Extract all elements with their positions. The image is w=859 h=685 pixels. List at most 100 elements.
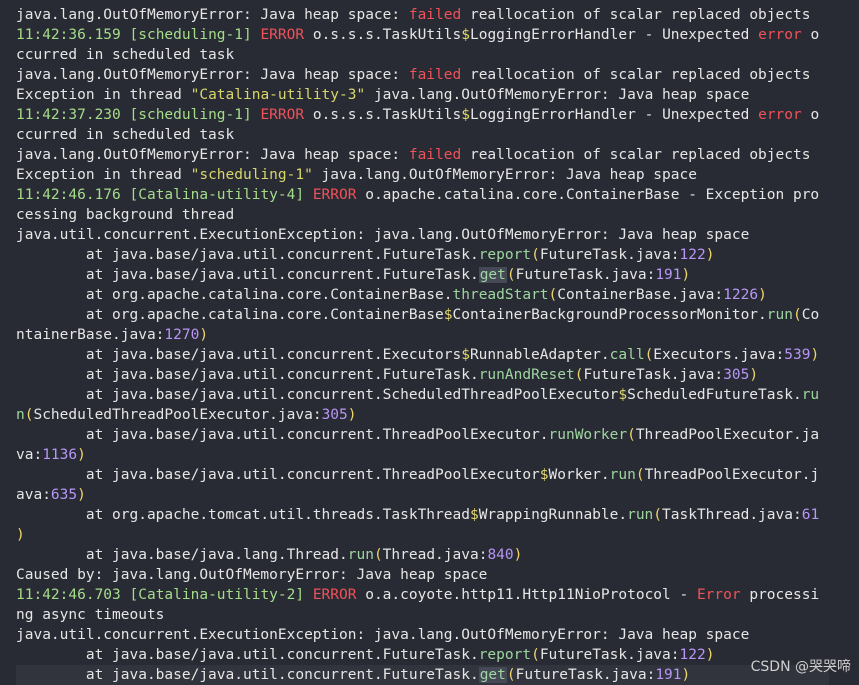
log-num-text: 305 (723, 367, 750, 383)
log-line: java.util.concurrent.ExecutionException:… (16, 225, 829, 245)
log-num-text: 122 (679, 247, 706, 263)
log-line: Exception in thread "scheduling-1" java.… (16, 165, 829, 185)
terminal-screen: { "colors": { "background": "#282b33", "… (0, 0, 859, 685)
log-text: reallocation of scalar replaced objects (461, 147, 811, 163)
log-par-text: ) (77, 487, 86, 503)
log-time-text: 11:42:36.159 (16, 27, 130, 43)
log-text: FutureTask.java: (515, 667, 656, 683)
log-text: - (644, 27, 663, 43)
log-line: Caused by: java.lang.OutOfMemoryError: J… (16, 565, 829, 585)
log-num-text: 191 (655, 667, 682, 683)
log-text: LoggingErrorHandler (469, 27, 645, 43)
terminal-output[interactable]: java.lang.OutOfMemoryError: Java heap sp… (0, 5, 859, 685)
log-red-text: failed (408, 67, 462, 83)
log-par-text: ( (531, 247, 540, 263)
log-text: at java.base/java.lang.Thread. (16, 547, 348, 563)
log-time-text: 11:42:37.230 (16, 107, 130, 123)
log-line: at java.base/java.util.concurrent.Future… (16, 665, 829, 685)
log-text: ccurred in scheduled task (16, 47, 235, 63)
log-text: at java.base/java.util.concurrent.Thread… (16, 467, 540, 483)
log-method-text: report (478, 647, 532, 663)
log-text: o.s.s.s.TaskUtils (304, 27, 462, 43)
log-line: cessing background thread (16, 205, 829, 225)
log-line: at java.base/java.lang.Thread.run(Thread… (16, 545, 829, 565)
log-text: TaskThread.java: (662, 507, 802, 523)
log-par-text: ( (792, 307, 802, 323)
log-text: Co (801, 307, 820, 323)
log-par-text: ( (548, 287, 558, 303)
log-text: at java.base/java.util.concurrent.Future… (16, 667, 479, 683)
log-text: - (644, 107, 663, 123)
log-sym-text: $ (461, 27, 470, 43)
log-text: at org.apache.tomcat.util.threads.TaskTh… (16, 507, 470, 523)
log-num-text: 1270 (164, 327, 200, 343)
log-par-text: ( (635, 467, 645, 483)
log-text: FutureTask.java: (515, 267, 656, 283)
log-par-text: ) (758, 287, 767, 303)
log-text: reallocation of scalar replaced objects (461, 7, 811, 23)
log-text: Unexpected (662, 27, 759, 43)
log-par-text: ( (373, 547, 383, 563)
log-line: ccurred in scheduled task (16, 125, 829, 145)
log-line: 11:42:46.703 [Catalina-utility-2] ERROR … (16, 585, 829, 605)
log-par-text: ) (705, 247, 715, 263)
log-line: at java.base/java.util.concurrent.Thread… (16, 425, 829, 445)
log-text: at java.base/java.util.concurrent.Future… (16, 247, 479, 263)
log-line: 11:42:37.230 [scheduling-1] ERROR o.s.s.… (16, 105, 829, 125)
log-par-text: ) (681, 667, 691, 683)
log-red-text: ERROR (260, 107, 305, 123)
log-text: at java.base/java.util.concurrent.Schedu… (16, 387, 619, 403)
log-line: n(ScheduledThreadPoolExecutor.java:305) (16, 405, 829, 425)
log-text: va: (16, 447, 43, 463)
log-method-text: run (766, 307, 793, 323)
log-line: ) (16, 525, 829, 545)
log-text: java.lang.OutOfMemoryError: Java heap sp… (16, 67, 409, 83)
log-line: java.lang.OutOfMemoryError: Java heap sp… (16, 65, 829, 85)
log-par-text: ( (644, 347, 654, 363)
log-thread-text: [Catalina-utility-2] (129, 587, 313, 603)
log-num-text: 1226 (723, 287, 759, 303)
log-text: cessing background thread (16, 207, 235, 223)
log-par-text: ) (749, 367, 759, 383)
log-line: at org.apache.tomcat.util.threads.TaskTh… (16, 505, 829, 525)
log-text: LoggingErrorHandler (469, 107, 645, 123)
log-par-text: ( (627, 427, 636, 443)
log-red-text: failed (408, 7, 462, 23)
log-text: WrappingRunnable. (478, 507, 628, 523)
log-sym-text: $ (618, 387, 628, 403)
log-text: Worker. (548, 467, 610, 483)
log-method-text: run (347, 547, 374, 563)
log-text: ScheduledThreadPoolExecutor.java: (33, 407, 322, 423)
log-text: java.lang.OutOfMemoryError: Java heap sp… (16, 7, 409, 23)
log-text: Caused by: java.lang.OutOfMemoryError: J… (16, 567, 488, 583)
log-red-text: Error (696, 587, 741, 603)
log-num-text: 539 (784, 347, 811, 363)
log-text: FutureTask.java: (539, 647, 680, 663)
log-line: at java.base/java.util.concurrent.Thread… (16, 465, 829, 485)
log-method-text: run (627, 507, 654, 523)
log-par-text: ) (681, 267, 691, 283)
log-par-text: ( (506, 267, 516, 283)
log-time-text: 11:42:46.176 (16, 187, 130, 203)
log-line: Exception in thread "Catalina-utility-3"… (16, 85, 829, 105)
log-text: java.util.concurrent.ExecutionException:… (16, 627, 750, 643)
log-str-text: "scheduling-1" (190, 167, 313, 183)
log-line: at java.base/java.util.concurrent.Future… (16, 245, 829, 265)
log-method-text: runWorker (548, 427, 628, 443)
log-sym-text: $ (461, 347, 470, 363)
log-line: ng async timeouts (16, 605, 829, 625)
log-text: o.apache.catalina.core.ContainerBase - E… (356, 187, 820, 203)
log-text: at java.base/java.util.concurrent.Execut… (16, 347, 462, 363)
log-sym-text: $ (539, 467, 549, 483)
log-text: ntainerBase.java: (16, 327, 165, 343)
log-num-text: 1136 (42, 447, 78, 463)
log-line: at org.apache.catalina.core.ContainerBas… (16, 285, 829, 305)
log-line: va:1136) (16, 445, 829, 465)
log-red-text: error (758, 107, 802, 123)
log-text: FutureTask.java: (539, 247, 680, 263)
log-method-text: ru (801, 387, 820, 403)
log-num-text: 122 (679, 647, 706, 663)
log-text: o (801, 27, 820, 43)
log-line: java.lang.OutOfMemoryError: Java heap sp… (16, 5, 829, 25)
log-sym-text: $ (443, 307, 453, 323)
